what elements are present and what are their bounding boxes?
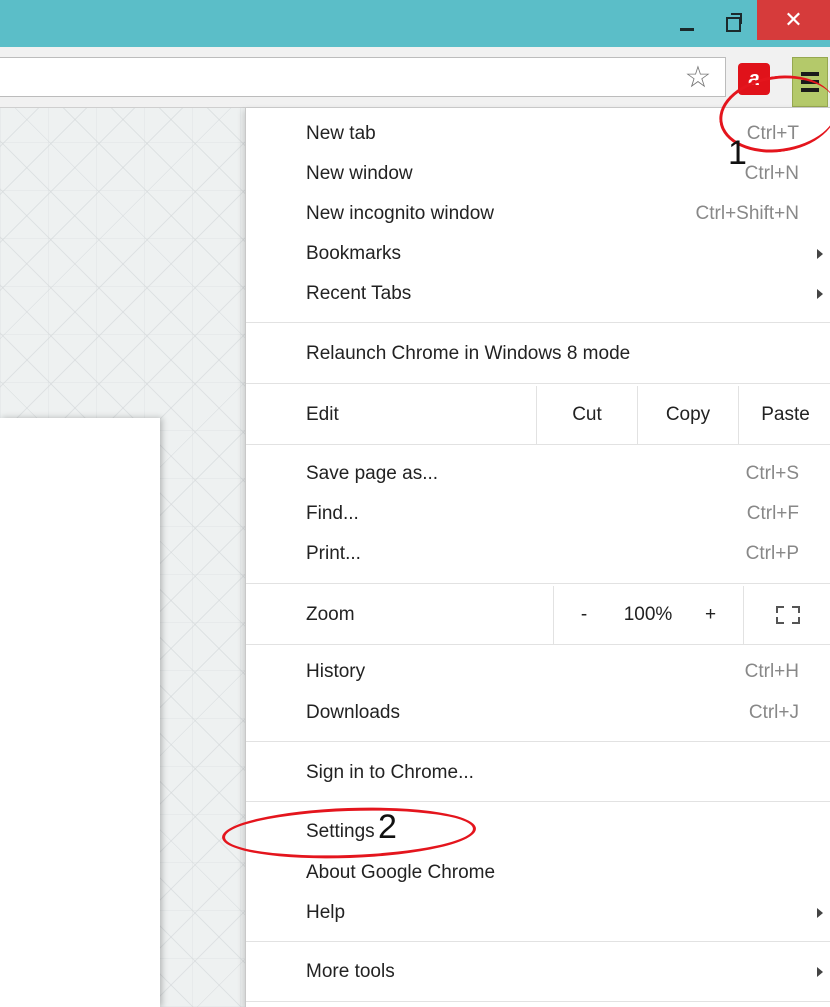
menu-zoom-row: Zoom - 100% + [246,586,830,644]
menu-item-recent-tabs[interactable]: Recent Tabs [246,273,830,313]
fullscreen-button[interactable] [743,586,830,644]
copy-button[interactable]: Copy [637,386,738,444]
menu-divider [246,383,830,384]
menu-item-history[interactable]: History Ctrl+H [246,651,830,691]
menu-item-save-page-as[interactable]: Save page as... Ctrl+S [246,453,830,493]
menu-item-downloads[interactable]: Downloads Ctrl+J [246,692,830,732]
submenu-arrow-icon [817,908,823,918]
menu-divider [246,644,830,645]
window-title-bar: ✕ [0,0,830,47]
close-button[interactable]: ✕ [757,0,830,40]
minimize-icon [680,27,694,31]
chrome-menu: New tab Ctrl+T New window Ctrl+N New inc… [245,108,830,1007]
page-content-panel [0,418,160,1007]
zoom-in-button[interactable]: + [683,586,738,644]
menu-divider [246,741,830,742]
menu-divider [246,1001,830,1002]
menu-item-more-tools[interactable]: More tools [246,951,830,991]
menu-divider [246,941,830,942]
annotation-step-1: 1 [728,134,747,172]
fullscreen-icon [776,606,800,624]
menu-item-relaunch-windows-8[interactable]: Relaunch Chrome in Windows 8 mode [246,333,830,373]
close-icon: ✕ [784,7,803,32]
annotation-step-2: 2 [378,808,397,846]
menu-item-find[interactable]: Find... Ctrl+F [246,493,830,533]
menu-divider [246,322,830,323]
edit-label: Edit [306,404,339,425]
bookmark-star-icon[interactable]: ☆ [682,62,714,94]
menu-divider [246,444,830,445]
zoom-label: Zoom [306,604,355,625]
zoom-level: 100% [623,604,673,625]
menu-item-bookmarks[interactable]: Bookmarks [246,233,830,273]
menu-item-help[interactable]: Help [246,892,830,932]
cut-button[interactable]: Cut [536,386,637,444]
address-bar[interactable] [0,57,726,97]
menu-divider [246,801,830,802]
menu-item-sign-in[interactable]: Sign in to Chrome... [246,752,830,792]
menu-divider [246,583,830,584]
menu-item-print[interactable]: Print... Ctrl+P [246,533,830,573]
minimize-button[interactable] [664,6,710,42]
paste-button[interactable]: Paste [738,386,830,444]
restore-button[interactable] [710,6,756,42]
menu-edit-row: Edit Cut Copy Paste [246,386,830,444]
browser-toolbar: ☆ a [0,47,830,108]
submenu-arrow-icon [817,289,823,299]
submenu-arrow-icon [817,967,823,977]
zoom-out-button[interactable]: - [553,586,614,644]
submenu-arrow-icon [817,249,823,259]
restore-icon [725,12,742,32]
menu-item-new-incognito-window[interactable]: New incognito window Ctrl+Shift+N [246,193,830,233]
